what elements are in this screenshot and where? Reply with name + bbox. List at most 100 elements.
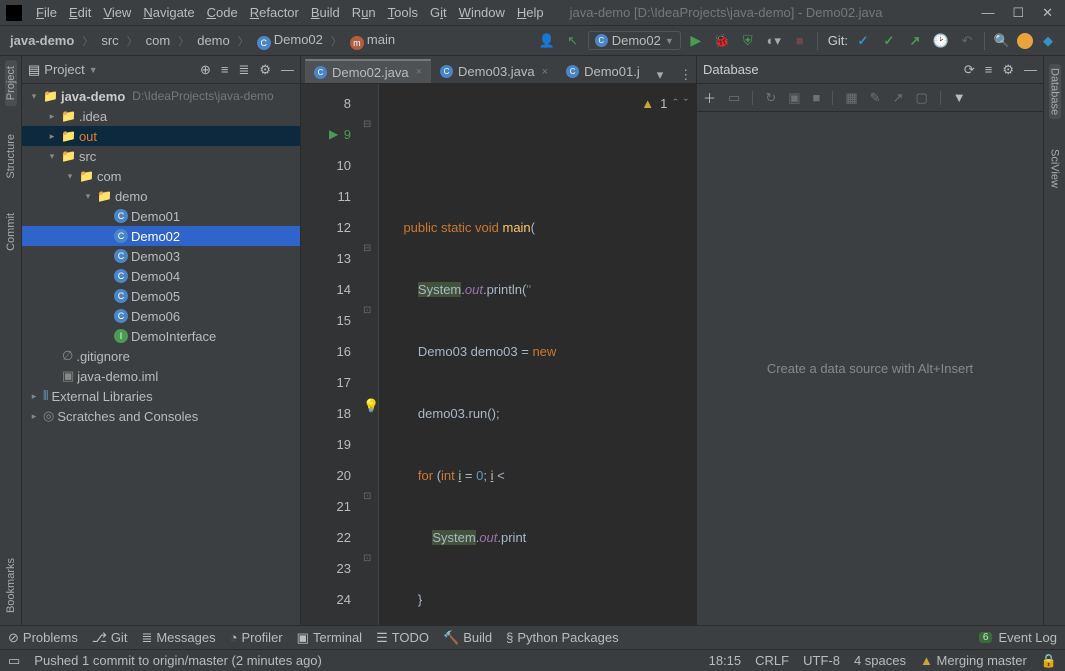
- git-push-icon[interactable]: ↗: [904, 30, 926, 52]
- hide-icon[interactable]: —: [281, 62, 294, 78]
- close-icon[interactable]: ×: [416, 66, 422, 78]
- menu-refactor[interactable]: Refactor: [244, 5, 305, 20]
- table-icon[interactable]: ▦: [845, 90, 857, 106]
- crumb-com[interactable]: com: [142, 33, 175, 48]
- avatar[interactable]: [1017, 33, 1033, 49]
- status-lock-icon[interactable]: 🔒: [1041, 653, 1057, 669]
- status-caret-pos[interactable]: 18:15: [709, 653, 742, 668]
- menu-navigate[interactable]: Navigate: [137, 5, 200, 20]
- tab-database[interactable]: Database: [1049, 64, 1061, 119]
- tree-src[interactable]: ▾📁src: [22, 146, 300, 166]
- tab-demo01[interactable]: CDemo01.j: [557, 59, 649, 83]
- fold-gutter[interactable]: ⊟ ⊟ ⊡ 💡 ⊡ ⊡: [359, 84, 379, 625]
- tree-scratches[interactable]: ▸◎Scratches and Consoles: [22, 406, 300, 426]
- edit-icon[interactable]: ✎: [870, 90, 881, 106]
- crumb-project[interactable]: java-demo: [6, 33, 78, 48]
- collapse-icon[interactable]: ≣: [238, 62, 249, 78]
- tree-idea[interactable]: ▸📁.idea: [22, 106, 300, 126]
- close-icon[interactable]: ✕: [1042, 5, 1053, 21]
- hammer-icon[interactable]: ↖: [562, 30, 584, 52]
- undo-icon[interactable]: ↶: [956, 30, 978, 52]
- add-icon[interactable]: ＋: [703, 88, 716, 107]
- console-icon[interactable]: ▢: [915, 90, 927, 106]
- breadcrumb[interactable]: java-demo〉 src〉 com〉 demo〉 CDemo02〉 mmai…: [6, 32, 399, 50]
- tool-event-log[interactable]: Event Log: [998, 630, 1057, 645]
- project-tree[interactable]: ▾📁java-demoD:\IdeaProjects\java-demo ▸📁.…: [22, 84, 300, 625]
- status-line-sep[interactable]: CRLF: [755, 653, 789, 668]
- tab-demo03[interactable]: CDemo03.java×: [431, 59, 557, 83]
- tab-project[interactable]: Project: [5, 60, 17, 106]
- search-icon[interactable]: 🔍: [991, 30, 1013, 52]
- tool-problems[interactable]: ⊘ Problems: [8, 630, 78, 646]
- code-area[interactable]: ▲1 ˆ ˇ public static void main( System.o…: [379, 84, 696, 625]
- tool-messages[interactable]: ≣ Messages: [141, 630, 215, 646]
- tab-structure[interactable]: Structure: [5, 128, 17, 185]
- tree-out[interactable]: ▸📁out: [22, 126, 300, 146]
- filter-icon[interactable]: ▼: [953, 90, 966, 105]
- maximize-icon[interactable]: ☐: [1012, 5, 1024, 21]
- status-branch[interactable]: ▲ Merging master: [920, 653, 1027, 668]
- tree-demo06[interactable]: CDemo06: [22, 306, 300, 326]
- jump-icon[interactable]: ↗: [893, 90, 904, 106]
- crumb-method[interactable]: mmain: [346, 32, 399, 50]
- run-config-selector[interactable]: C Demo02 ▼: [588, 31, 681, 50]
- bulb-icon[interactable]: 💡: [363, 398, 379, 414]
- crumb-demo[interactable]: demo: [193, 33, 234, 48]
- run-gutter-icon[interactable]: ▶: [329, 119, 338, 150]
- tree-demo02[interactable]: CDemo02: [22, 226, 300, 246]
- tree-demointerface[interactable]: IDemoInterface: [22, 326, 300, 346]
- debug-icon[interactable]: 🐞: [711, 30, 733, 52]
- tool-terminal[interactable]: ▣ Terminal: [297, 630, 362, 646]
- tool-build[interactable]: 🔨 Build: [443, 630, 492, 646]
- expand-all-icon[interactable]: ≡: [221, 62, 229, 78]
- tree-extlib[interactable]: ▸⫴External Libraries: [22, 386, 300, 406]
- project-panel-title[interactable]: ▤ Project ▼: [28, 62, 98, 78]
- tree-demo04[interactable]: CDemo04: [22, 266, 300, 286]
- hide-icon[interactable]: —: [1024, 62, 1037, 78]
- minimize-icon[interactable]: —: [981, 5, 994, 21]
- menu-file[interactable]: File: [30, 5, 63, 20]
- editor-body[interactable]: 8▶9101112131415161718192021222324 ⊟ ⊟ ⊡ …: [301, 84, 696, 625]
- crumb-class[interactable]: CDemo02: [253, 32, 327, 50]
- run-icon[interactable]: ▶: [685, 30, 707, 52]
- tab-bookmarks[interactable]: Bookmarks: [5, 552, 17, 619]
- editor-warnings[interactable]: ▲1 ˆ ˇ: [641, 88, 688, 119]
- git-update-icon[interactable]: ✓: [852, 30, 874, 52]
- tool-profiler[interactable]: ◔ Profiler: [230, 630, 283, 645]
- tab-demo02[interactable]: CDemo02.java×: [305, 59, 431, 83]
- tab-commit[interactable]: Commit: [5, 207, 17, 257]
- tree-root[interactable]: ▾📁java-demoD:\IdeaProjects\java-demo: [22, 86, 300, 106]
- tree-com[interactable]: ▾📁com: [22, 166, 300, 186]
- tool-git[interactable]: ⎇ Git: [92, 630, 128, 646]
- cancel-icon[interactable]: ▣: [788, 90, 800, 106]
- stop-icon[interactable]: ■: [789, 30, 811, 52]
- refresh-icon[interactable]: ⟳: [964, 62, 975, 78]
- tree-demo01[interactable]: CDemo01: [22, 206, 300, 226]
- duplicate-icon[interactable]: ▭: [728, 90, 740, 106]
- tree-demo05[interactable]: CDemo05: [22, 286, 300, 306]
- tab-sciview[interactable]: SciView: [1049, 145, 1061, 192]
- tree-demo[interactable]: ▾📁demo: [22, 186, 300, 206]
- close-icon[interactable]: ×: [542, 66, 548, 78]
- tree-iml[interactable]: ▣java-demo.iml: [22, 366, 300, 386]
- menu-window[interactable]: Window: [453, 5, 511, 20]
- menu-view[interactable]: View: [97, 5, 137, 20]
- menu-edit[interactable]: Edit: [63, 5, 97, 20]
- menu-git[interactable]: Git: [424, 5, 453, 20]
- gear-icon[interactable]: ⚙: [259, 62, 271, 78]
- sync-icon[interactable]: ↻: [765, 90, 776, 106]
- tree-gitignore[interactable]: ∅.gitignore: [22, 346, 300, 366]
- status-encoding[interactable]: UTF-8: [803, 653, 840, 668]
- add-user-icon[interactable]: 👤: [536, 30, 558, 52]
- menu-run[interactable]: Run: [346, 5, 382, 20]
- ide-settings-icon[interactable]: ◆: [1037, 30, 1059, 52]
- status-indent[interactable]: 4 spaces: [854, 653, 906, 668]
- tool-todo[interactable]: ☰ TODO: [376, 630, 429, 646]
- git-commit-icon[interactable]: ✓: [878, 30, 900, 52]
- menu-tools[interactable]: Tools: [382, 5, 424, 20]
- tree-demo03[interactable]: CDemo03: [22, 246, 300, 266]
- filter-rows-icon[interactable]: ≡: [985, 62, 993, 78]
- menu-help[interactable]: Help: [511, 5, 550, 20]
- gear-icon[interactable]: ⚙: [1002, 62, 1014, 78]
- profile-icon[interactable]: ◐▾: [763, 30, 785, 52]
